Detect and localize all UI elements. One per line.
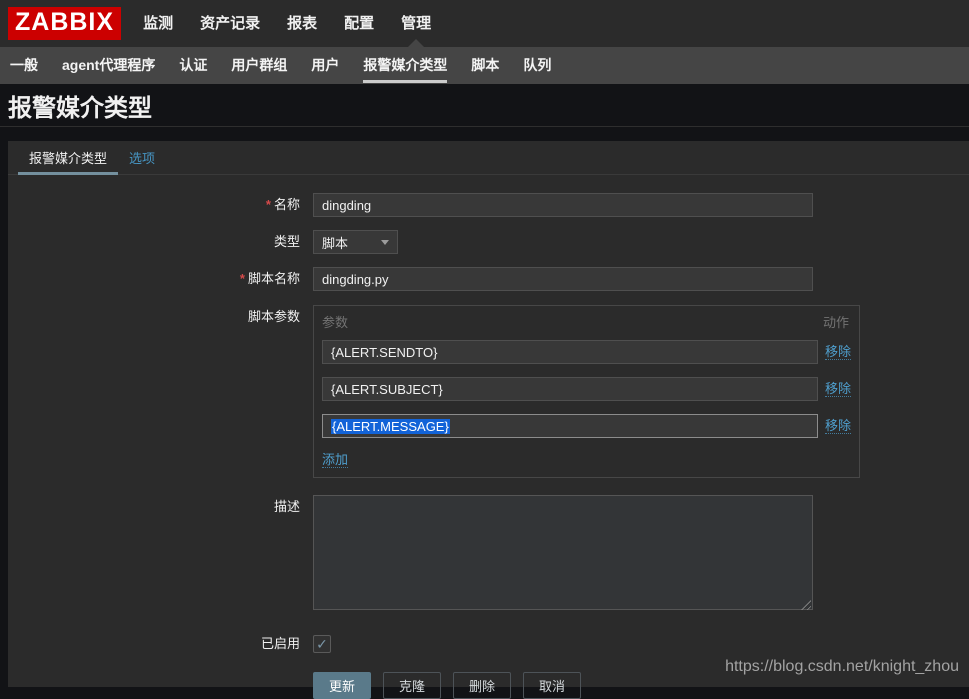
subnav-item-general[interactable]: 一般: [10, 47, 38, 84]
subnav-item-user-groups[interactable]: 用户群组: [231, 47, 287, 84]
watermark-url: https://blog.csdn.net/knight_zhou: [725, 658, 959, 676]
description-label: 描述: [8, 495, 313, 613]
selected-text: {ALERT.MESSAGE}: [331, 419, 450, 434]
form-row-description: 描述: [8, 495, 969, 613]
subnav-item-queue[interactable]: 队列: [523, 47, 551, 84]
form-row-type: 类型 脚本: [8, 230, 969, 254]
type-label-text: 类型: [274, 234, 300, 249]
name-input[interactable]: [313, 193, 813, 217]
remove-param-link[interactable]: 移除: [825, 344, 851, 360]
subnav-item-media-types[interactable]: 报警媒介类型: [363, 47, 447, 84]
script-name-label: *脚本名称: [8, 267, 313, 291]
tab-media-type[interactable]: 报警媒介类型: [18, 144, 118, 174]
topnav-item-configuration[interactable]: 配置: [344, 0, 374, 47]
buttons-spacer: [8, 672, 313, 699]
subnav-item-scripts[interactable]: 脚本: [471, 47, 499, 84]
script-params-label-text: 脚本参数: [248, 309, 300, 324]
enabled-label-text: 已启用: [261, 636, 300, 651]
form-row-script-params: 脚本参数 参数 动作 移除 移除 {ALERT.MESSAGE}: [8, 305, 969, 478]
type-label: 类型: [8, 230, 313, 254]
script-params-label: 脚本参数: [8, 305, 313, 478]
param-row: 移除: [322, 340, 851, 364]
subnav-item-proxies[interactable]: agent代理程序: [62, 47, 155, 84]
description-textarea-wrap: [313, 495, 813, 613]
script-name-label-text: 脚本名称: [248, 271, 300, 286]
topnav-item-administration[interactable]: 管理: [401, 0, 431, 47]
enabled-checkbox[interactable]: ✓: [313, 635, 331, 653]
cancel-button[interactable]: 取消: [523, 672, 581, 699]
script-name-input[interactable]: [313, 267, 813, 291]
remove-param-link[interactable]: 移除: [825, 418, 851, 434]
tab-options[interactable]: 选项: [118, 144, 166, 174]
topnav-item-monitoring[interactable]: 监测: [143, 0, 173, 47]
type-select-value: 脚本: [322, 233, 381, 252]
add-param-link[interactable]: 添加: [322, 452, 348, 468]
script-params-header: 参数 动作: [322, 312, 851, 331]
param-row: 移除: [322, 377, 851, 401]
description-textarea[interactable]: [313, 495, 813, 610]
top-menu: 监测 资产记录 报表 配置 管理: [143, 0, 458, 47]
topnav-item-administration-label: 管理: [401, 15, 431, 32]
param-input-sendto[interactable]: [322, 340, 818, 364]
param-input-subject[interactable]: [322, 377, 818, 401]
subnav-item-users[interactable]: 用户: [311, 47, 339, 84]
type-select[interactable]: 脚本: [313, 230, 398, 254]
form-row-enabled: 已启用 ✓: [8, 632, 969, 656]
script-params-table: 参数 动作 移除 移除 {ALERT.MESSAGE} 移除 添加: [313, 305, 860, 478]
page-title: 报警媒介类型: [8, 88, 152, 123]
topnav-item-reports[interactable]: 报表: [287, 0, 317, 47]
content-container: 报警媒介类型 选项 *名称 类型 脚本 *脚本名称 脚本参数 参数 动作: [8, 141, 969, 687]
name-label-text: 名称: [274, 197, 300, 212]
enabled-label: 已启用: [8, 632, 313, 656]
page-header: 报警媒介类型: [0, 84, 969, 127]
param-column-header: 参数: [322, 312, 348, 331]
top-navigation-bar: ZABBIX 监测 资产记录 报表 配置 管理: [0, 0, 969, 47]
update-button[interactable]: 更新: [313, 672, 371, 699]
description-label-text: 描述: [274, 499, 300, 514]
clone-button[interactable]: 克隆: [383, 672, 441, 699]
param-input-message[interactable]: {ALERT.MESSAGE}: [322, 414, 818, 438]
required-asterisk: *: [266, 197, 271, 212]
form-buttons-row: 更新 克隆 删除 取消: [8, 672, 969, 699]
subnav-item-authentication[interactable]: 认证: [179, 47, 207, 84]
form-row-name: *名称: [8, 193, 969, 217]
sub-navigation-bar: 一般 agent代理程序 认证 用户群组 用户 报警媒介类型 脚本 队列: [0, 47, 969, 84]
name-label: *名称: [8, 193, 313, 217]
media-type-form: *名称 类型 脚本 *脚本名称 脚本参数 参数 动作 移除: [8, 175, 969, 699]
delete-button[interactable]: 删除: [453, 672, 511, 699]
zabbix-logo[interactable]: ZABBIX: [8, 7, 121, 41]
tab-bar: 报警媒介类型 选项: [8, 141, 969, 175]
required-asterisk: *: [240, 271, 245, 286]
active-menu-caret-icon: [408, 39, 424, 47]
form-row-script-name: *脚本名称: [8, 267, 969, 291]
remove-param-link[interactable]: 移除: [825, 381, 851, 397]
param-row: {ALERT.MESSAGE} 移除: [322, 414, 851, 438]
topnav-item-inventory[interactable]: 资产记录: [200, 0, 260, 47]
action-column-header: 动作: [823, 312, 849, 331]
chevron-down-icon: [381, 240, 389, 245]
